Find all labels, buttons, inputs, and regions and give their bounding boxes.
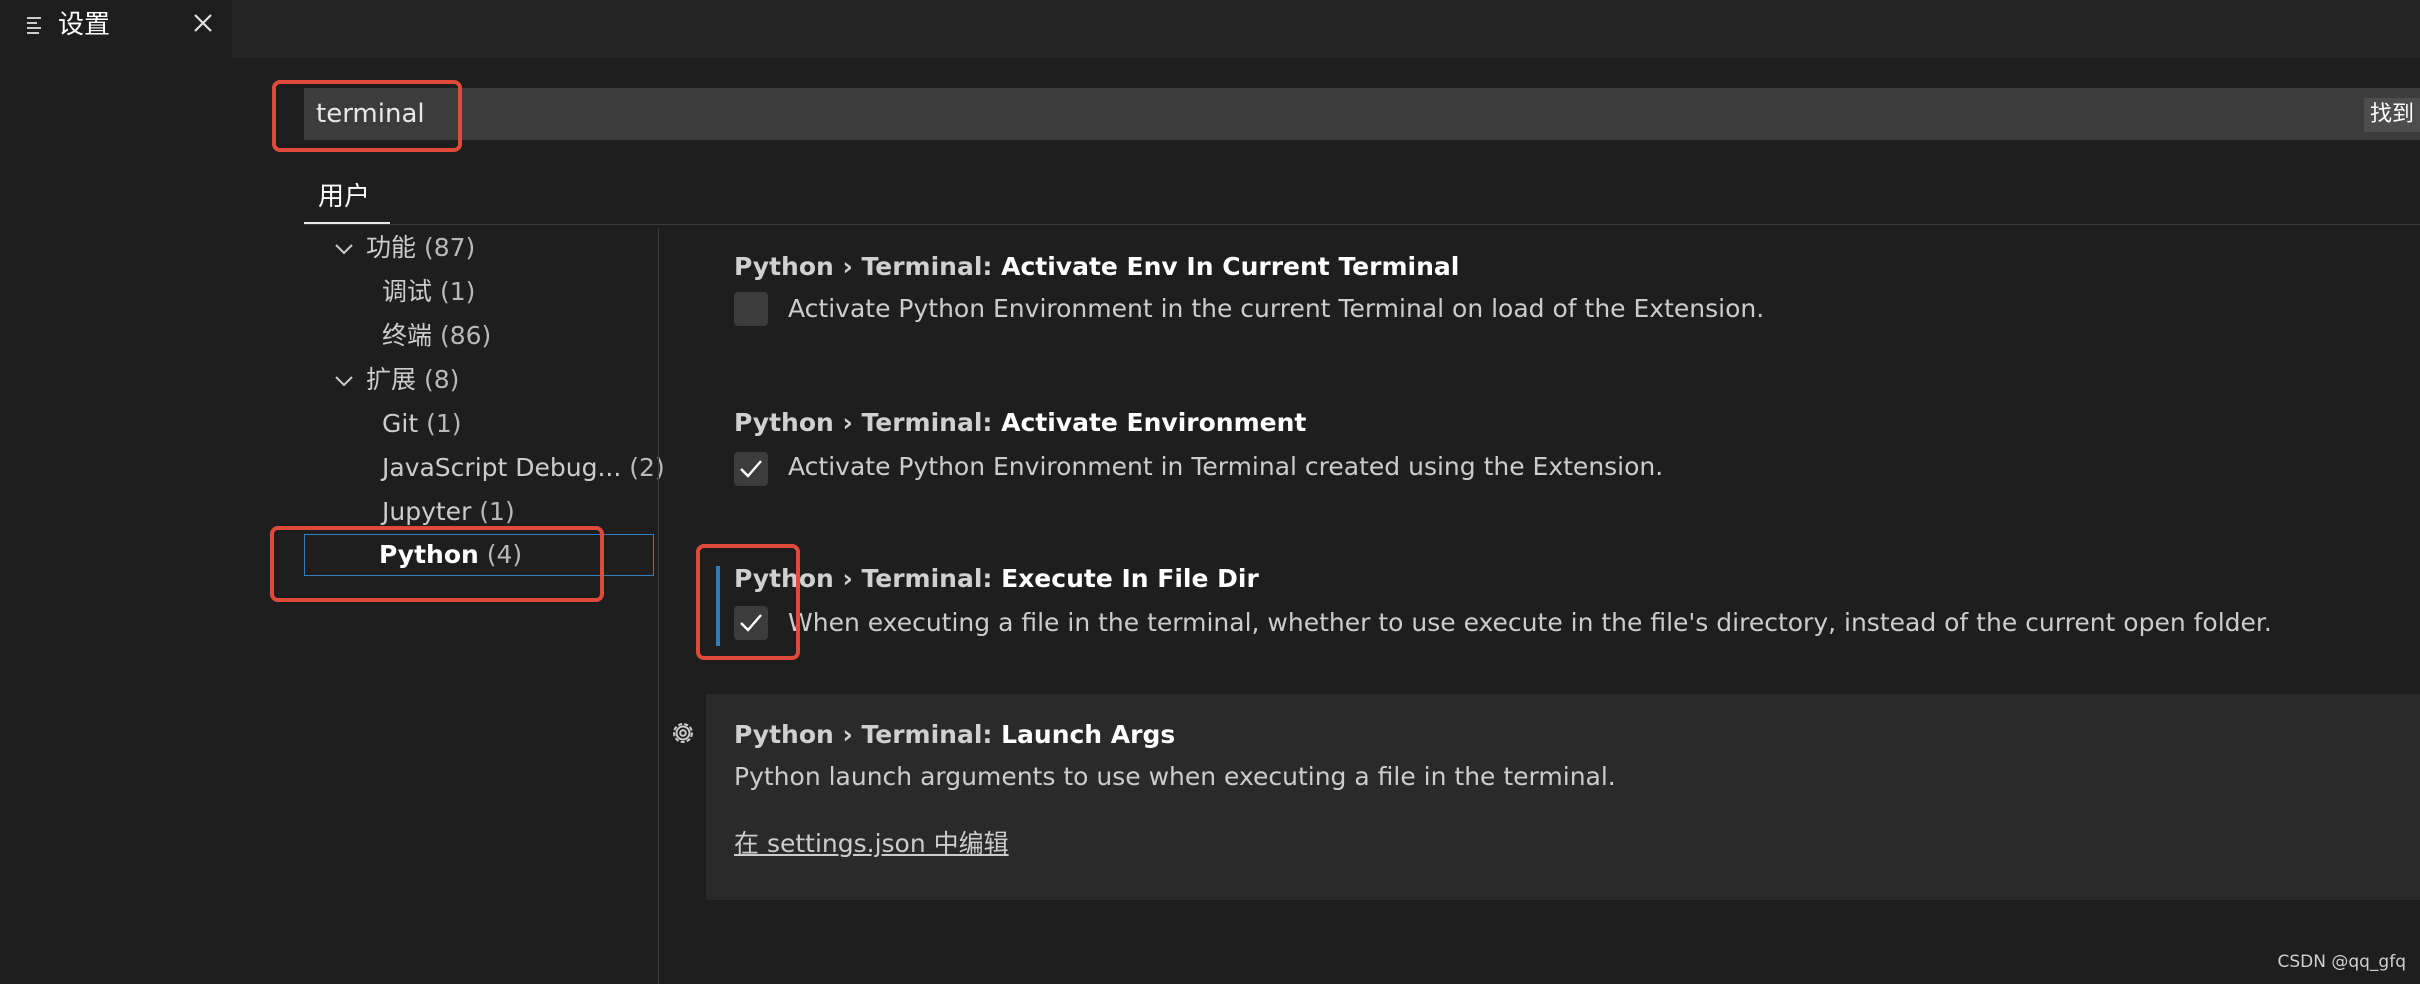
- results-count-badge: 找到: [2363, 98, 2420, 132]
- check-icon: [740, 460, 762, 478]
- toc-label: 调试 (1): [382, 272, 475, 312]
- toc-label-text: JavaScript Debug...: [382, 453, 622, 482]
- toc-count: (4): [486, 540, 523, 569]
- settings-search: 找到: [304, 88, 2420, 140]
- chevron-down-icon: [335, 244, 353, 255]
- toc-label: Git (1): [382, 404, 462, 444]
- scope-divider: [304, 224, 2420, 225]
- toc-item-git[interactable]: Git (1): [304, 404, 658, 444]
- toc-count: (8): [423, 365, 460, 394]
- settings-list-icon: [27, 17, 41, 34]
- tab-user-settings[interactable]: 用户: [304, 172, 390, 224]
- toc-label-text: 功能: [366, 233, 417, 262]
- tab-user-label: 用户: [318, 182, 371, 212]
- close-icon[interactable]: [192, 12, 214, 34]
- toc-label: 终端 (86): [382, 316, 491, 356]
- toc-item-python[interactable]: Python (4): [304, 534, 654, 576]
- toc-item-debug[interactable]: 调试 (1): [304, 272, 658, 312]
- setting-category: Python › Terminal:: [734, 252, 1002, 281]
- toc-item-features[interactable]: 功能 (87): [304, 228, 658, 268]
- toc-count: (87): [423, 233, 476, 262]
- toc-label: 功能 (87): [366, 228, 475, 268]
- setting-category: Python › Terminal:: [734, 564, 1002, 593]
- setting-description: When executing a file in the terminal, w…: [788, 608, 2272, 637]
- chevron-down-icon: [335, 376, 353, 387]
- tab-title: 设置: [58, 10, 111, 40]
- toc-count: (2): [629, 453, 665, 482]
- toc-label-text: Python: [379, 540, 479, 569]
- toc-count: (1): [479, 497, 515, 526]
- toc-count: (86): [439, 321, 492, 350]
- toc-label: 扩展 (8): [366, 360, 459, 400]
- check-icon: [740, 614, 762, 632]
- annotation-box-checkbox: [696, 544, 800, 660]
- toc-label-text: 扩展: [366, 365, 417, 394]
- focus-indicator: [716, 566, 720, 646]
- setting-name: Execute In File Dir: [1001, 564, 1259, 593]
- setting-checkbox[interactable]: [734, 292, 768, 326]
- toc-item-javascript-debug[interactable]: JavaScript Debug... (2): [304, 448, 665, 488]
- settings-toc: 功能 (87) 调试 (1) 终端 (86) 扩展 (8) Git (1) Ja…: [304, 228, 665, 984]
- setting-description: Activate Python Environment in the curre…: [788, 294, 1765, 323]
- edit-in-settings-json-link[interactable]: 在 settings.json 中编辑: [734, 824, 1009, 860]
- setting-description: Activate Python Environment in Terminal …: [788, 452, 1664, 481]
- toc-label-text: Git: [382, 409, 419, 438]
- setting-name: Activate Environment: [1001, 408, 1307, 437]
- gear-icon[interactable]: [668, 718, 698, 748]
- setting-title: Python › Terminal: Launch Args: [734, 720, 1175, 749]
- setting-name: Launch Args: [1001, 720, 1176, 749]
- search-input[interactable]: [304, 88, 2104, 140]
- toc-count: (1): [426, 409, 462, 438]
- setting-checkbox[interactable]: [734, 606, 768, 640]
- setting-title: Python › Terminal: Execute In File Dir: [734, 564, 1259, 593]
- setting-category: Python › Terminal:: [734, 408, 1002, 437]
- toc-divider: [658, 228, 659, 984]
- toc-label: Python (4): [379, 535, 522, 575]
- setting-title: Python › Terminal: Activate Environment: [734, 408, 1306, 437]
- toc-label: JavaScript Debug... (2): [382, 448, 665, 488]
- toc-label-text: Jupyter: [382, 497, 472, 526]
- toc-label-text: 调试: [382, 277, 433, 306]
- setting-description: Python launch arguments to use when exec…: [734, 762, 1616, 791]
- toc-label: Jupyter (1): [382, 492, 515, 532]
- editor-tab-bar: [0, 0, 2420, 58]
- setting-name: Activate Env In Current Terminal: [1001, 252, 1460, 281]
- toc-item-jupyter[interactable]: Jupyter (1): [304, 492, 658, 532]
- settings-tab[interactable]: 设置: [0, 0, 232, 58]
- toc-item-terminal[interactable]: 终端 (86): [304, 316, 658, 356]
- toc-label-text: 终端: [382, 321, 433, 350]
- setting-category: Python › Terminal:: [734, 720, 1002, 749]
- watermark: CSDN @qq_gfq: [2277, 952, 2406, 972]
- setting-title: Python › Terminal: Activate Env In Curre…: [734, 252, 1459, 281]
- toc-item-extensions[interactable]: 扩展 (8): [304, 360, 658, 400]
- setting-checkbox[interactable]: [734, 452, 768, 486]
- toc-count: (1): [439, 277, 476, 306]
